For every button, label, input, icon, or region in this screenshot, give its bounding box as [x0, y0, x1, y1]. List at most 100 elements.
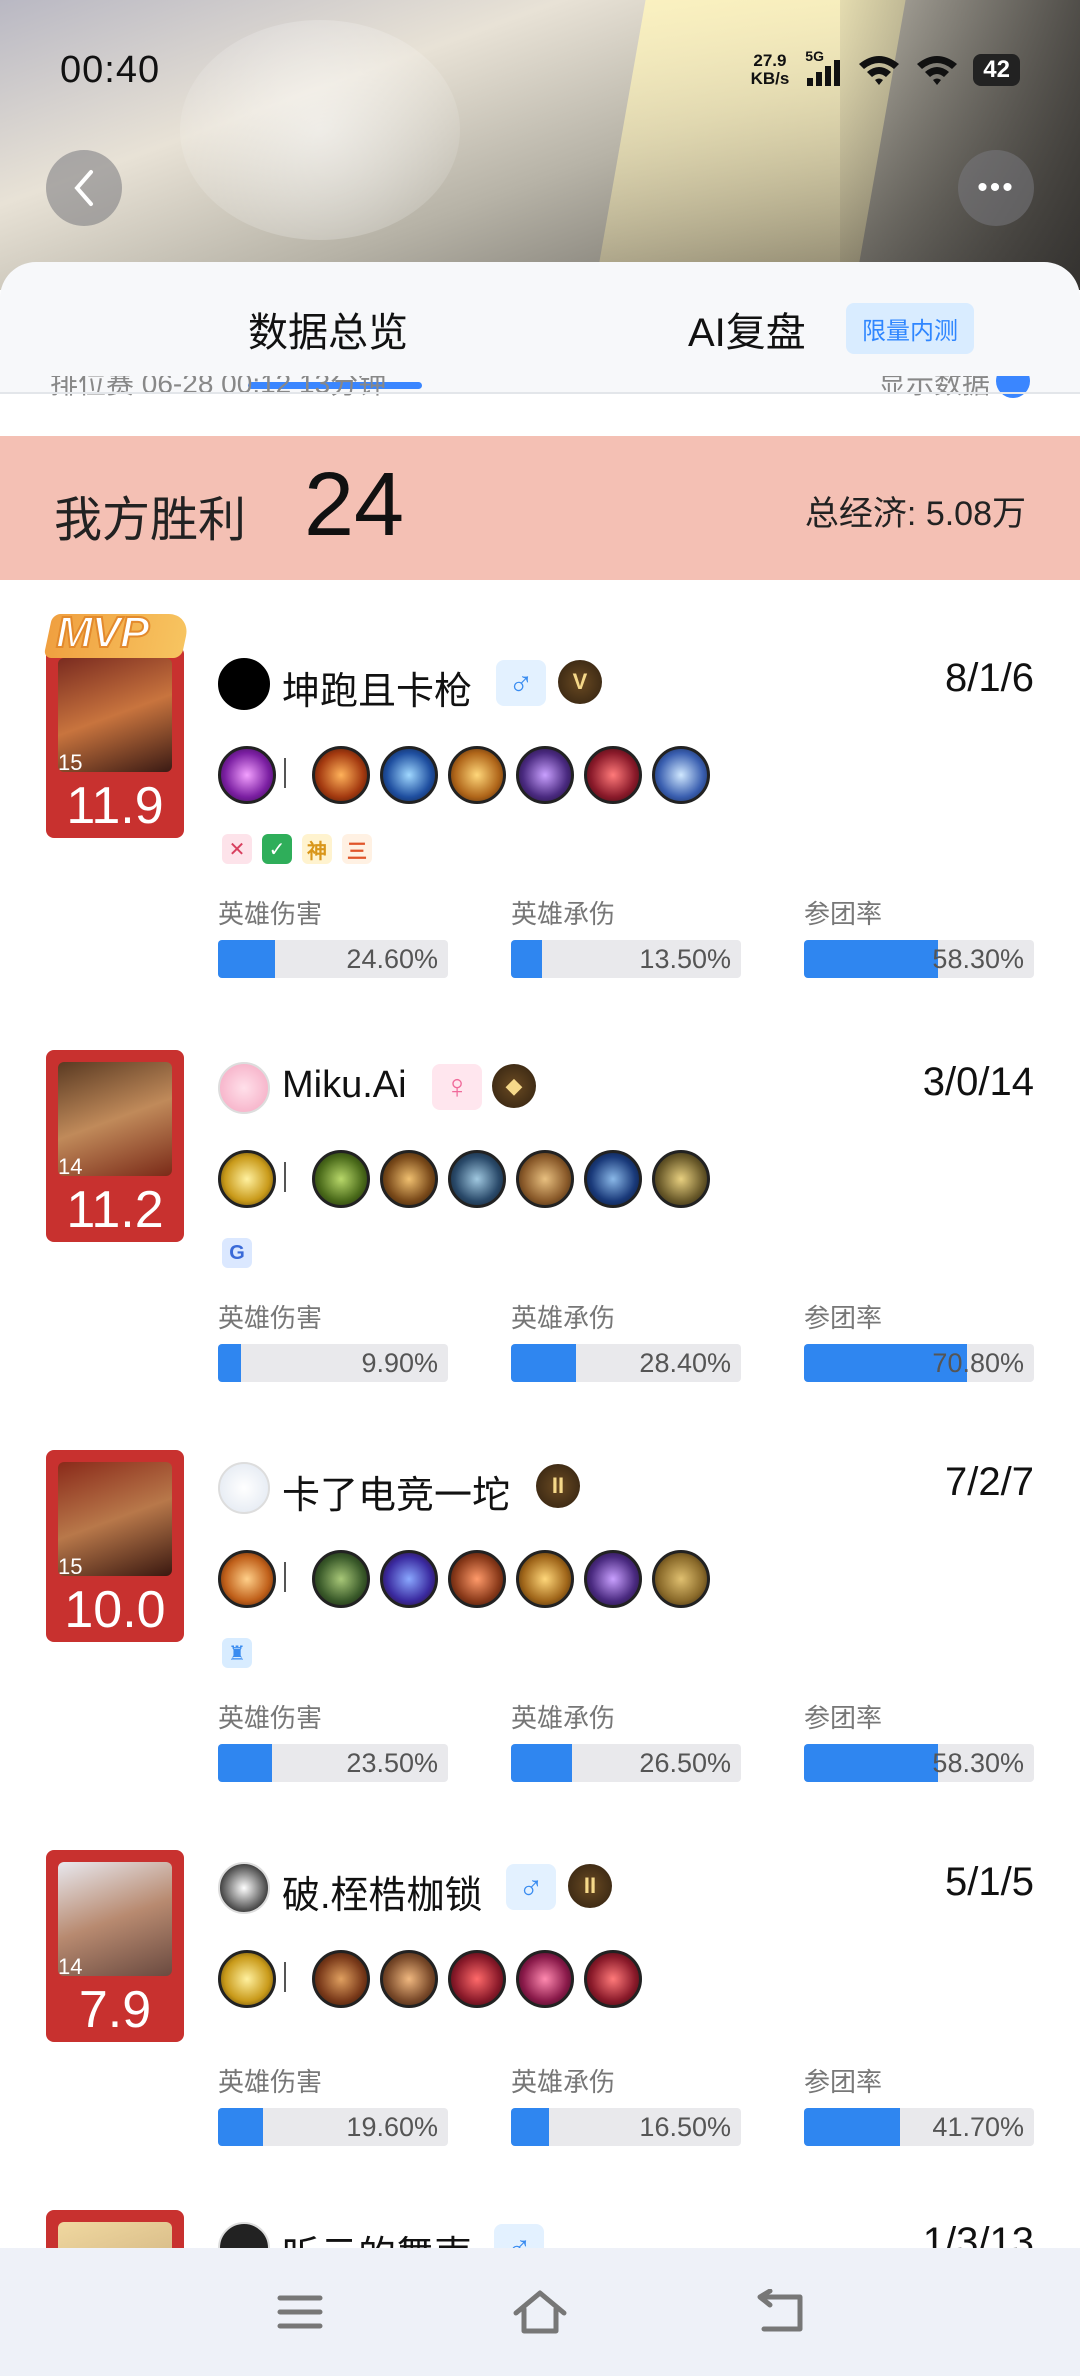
item-icon [448, 1550, 506, 1608]
stat-damage: 英雄伤害 23.50% [218, 1698, 448, 1782]
kda: 1/3/13 [922, 2220, 1034, 2250]
summoner-skill-icon [218, 1950, 276, 2008]
summoner-skill-icon [218, 1550, 276, 1608]
stat-damage: 英雄伤害 19.60% [218, 2062, 448, 2146]
male-icon: ♂ [494, 2224, 544, 2250]
team-kills: 24 [304, 455, 405, 555]
rank-icon: II [568, 1864, 612, 1908]
player-row[interactable]: 15 11.9 MVP 坤跑且卡枪 ♂ V 8/1/6 ✕ ✓ 神 三 英雄伤害… [0, 607, 1080, 1046]
wifi-icon [859, 56, 900, 85]
item-icon [380, 1150, 438, 1208]
divider [0, 392, 1080, 394]
male-icon: ♂ [496, 660, 546, 706]
kda: 8/1/6 [945, 656, 1034, 700]
item-icon [516, 1950, 574, 2008]
item-icon [652, 1150, 710, 1208]
back-button[interactable] [46, 150, 122, 226]
stats-row: 英雄伤害 23.50% 英雄承伤 26.50% 参团率 58.30% [218, 1698, 1034, 1788]
status-bar: 00:40 27.9 KB/s 5G 42 [60, 40, 1020, 100]
player-name[interactable]: 卡了电竞一坨 [282, 1464, 510, 1519]
badge-icon: ✕ [222, 834, 252, 864]
player-name[interactable]: 破.桎梏枷锁 [282, 1864, 483, 1919]
show-data-toggle[interactable]: 显示数据 [878, 376, 990, 402]
avatar[interactable] [218, 2222, 270, 2250]
player-row[interactable]: 14 7.9 破.桎梏枷锁 ♂ II 5/1/5 英雄伤害 19.60% 英雄承… [0, 1850, 1080, 2250]
item-icon [312, 1950, 370, 2008]
item-icon [516, 746, 574, 804]
item-icon [448, 746, 506, 804]
badge-icon: ♜ [222, 1638, 252, 1668]
female-icon: ♀ [432, 1064, 482, 1110]
hero-level: 14 [58, 1154, 83, 1179]
rating-card: 14 7.9 [46, 1850, 184, 2042]
avatar[interactable] [218, 1062, 270, 1114]
player-row[interactable]: 14 11.2 Miku.Ai ♀ ◆ 3/0/14 G 英雄伤害 9.90% … [0, 1050, 1080, 1450]
mvp-badge: MVP [43, 607, 191, 660]
system-nav-bar [0, 2248, 1080, 2376]
player-name[interactable]: 听云的舞声 [282, 2224, 472, 2250]
stats-row: 英雄伤害 24.60% 英雄承伤 13.50% 参团率 58.30% [218, 894, 1034, 984]
item-icon [584, 1950, 642, 2008]
kda: 5/1/5 [945, 1860, 1034, 1904]
chevron-left-icon [74, 170, 93, 206]
rating-score: 7.9 [78, 1981, 152, 2039]
item-icon [448, 1950, 506, 2008]
avatar[interactable] [218, 1862, 270, 1914]
rank-icon: II [536, 1464, 580, 1508]
stat-damage-taken: 英雄承伤 13.50% [511, 894, 741, 978]
item-icon [380, 1950, 438, 2008]
avatar[interactable] [218, 658, 270, 710]
item-icon [652, 1550, 710, 1608]
hero-level: 15 [58, 1554, 83, 1579]
match-info-row: 排位赛 06-28 00:12 13分钟 显示数据 [50, 376, 1030, 406]
item-icon [380, 1550, 438, 1608]
badge-icon: ✓ [262, 834, 292, 864]
match-info: 排位赛 06-28 00:12 13分钟 [50, 376, 387, 399]
item-icon [652, 746, 710, 804]
badge-icon: G [222, 1238, 252, 1268]
wifi-icon-2 [917, 56, 958, 85]
stats-row: 英雄伤害 9.90% 英雄承伤 28.40% 参团率 70.80% [218, 1298, 1034, 1388]
rating-card [46, 2210, 184, 2250]
tab-ai-review[interactable]: AI复盘 [688, 300, 806, 358]
stats-row: 英雄伤害 19.60% 英雄承伤 16.50% 参团率 41.70% [218, 2062, 1034, 2152]
achievement-badges: ♜ [222, 1638, 252, 1668]
stat-damage-taken: 英雄承伤 28.40% [511, 1298, 741, 1382]
item-icon [312, 1550, 370, 1608]
menu-icon[interactable] [268, 2280, 332, 2344]
player-name[interactable]: 坤跑且卡枪 [282, 660, 472, 715]
home-icon[interactable] [508, 2280, 572, 2344]
back-icon[interactable] [748, 2280, 812, 2344]
item-icon [584, 746, 642, 804]
achievement-badges: ✕ ✓ 神 三 [222, 834, 372, 864]
toggle-icon[interactable] [996, 376, 1030, 398]
item-icon [448, 1150, 506, 1208]
more-button[interactable]: ••• [958, 150, 1034, 226]
hero-level: 14 [58, 1954, 83, 1979]
rank-icon: V [558, 660, 602, 704]
item-icon [312, 1150, 370, 1208]
stat-participation: 参团率 70.80% [804, 1298, 1034, 1382]
stat-damage-taken: 英雄承伤 16.50% [511, 2062, 741, 2146]
rating-score: 11.9 [66, 777, 164, 835]
result-banner: 我方胜利 24 总经济: 5.08万 [0, 436, 1080, 580]
battery-icon: 42 [973, 54, 1020, 86]
beta-badge: 限量内测 [846, 303, 974, 354]
player-row[interactable]: 15 10.0 卡了电竞一坨 II 7/2/7 ♜ 英雄伤害 23.50% 英雄… [0, 1450, 1080, 1850]
stat-damage: 英雄伤害 24.60% [218, 894, 448, 978]
badge-icon: 神 [302, 834, 332, 864]
tab-overview[interactable]: 数据总览 [248, 300, 408, 358]
hero-level: 15 [58, 750, 83, 775]
stat-damage: 英雄伤害 9.90% [218, 1298, 448, 1382]
avatar[interactable] [218, 1462, 270, 1514]
item-icon [584, 1550, 642, 1608]
total-economy: 总经济: 5.08万 [804, 495, 1026, 533]
player-name[interactable]: Miku.Ai [282, 1064, 407, 1107]
male-icon: ♂ [506, 1864, 556, 1910]
player-row[interactable]: 听云的舞声 ♂ 1/3/13 [0, 2210, 1080, 2250]
rating-card: 14 11.2 [46, 1050, 184, 1242]
rank-icon: ◆ [492, 1064, 536, 1108]
kda: 3/0/14 [922, 1060, 1034, 1104]
item-icon [516, 1550, 574, 1608]
badge-icon: 三 [342, 834, 372, 864]
